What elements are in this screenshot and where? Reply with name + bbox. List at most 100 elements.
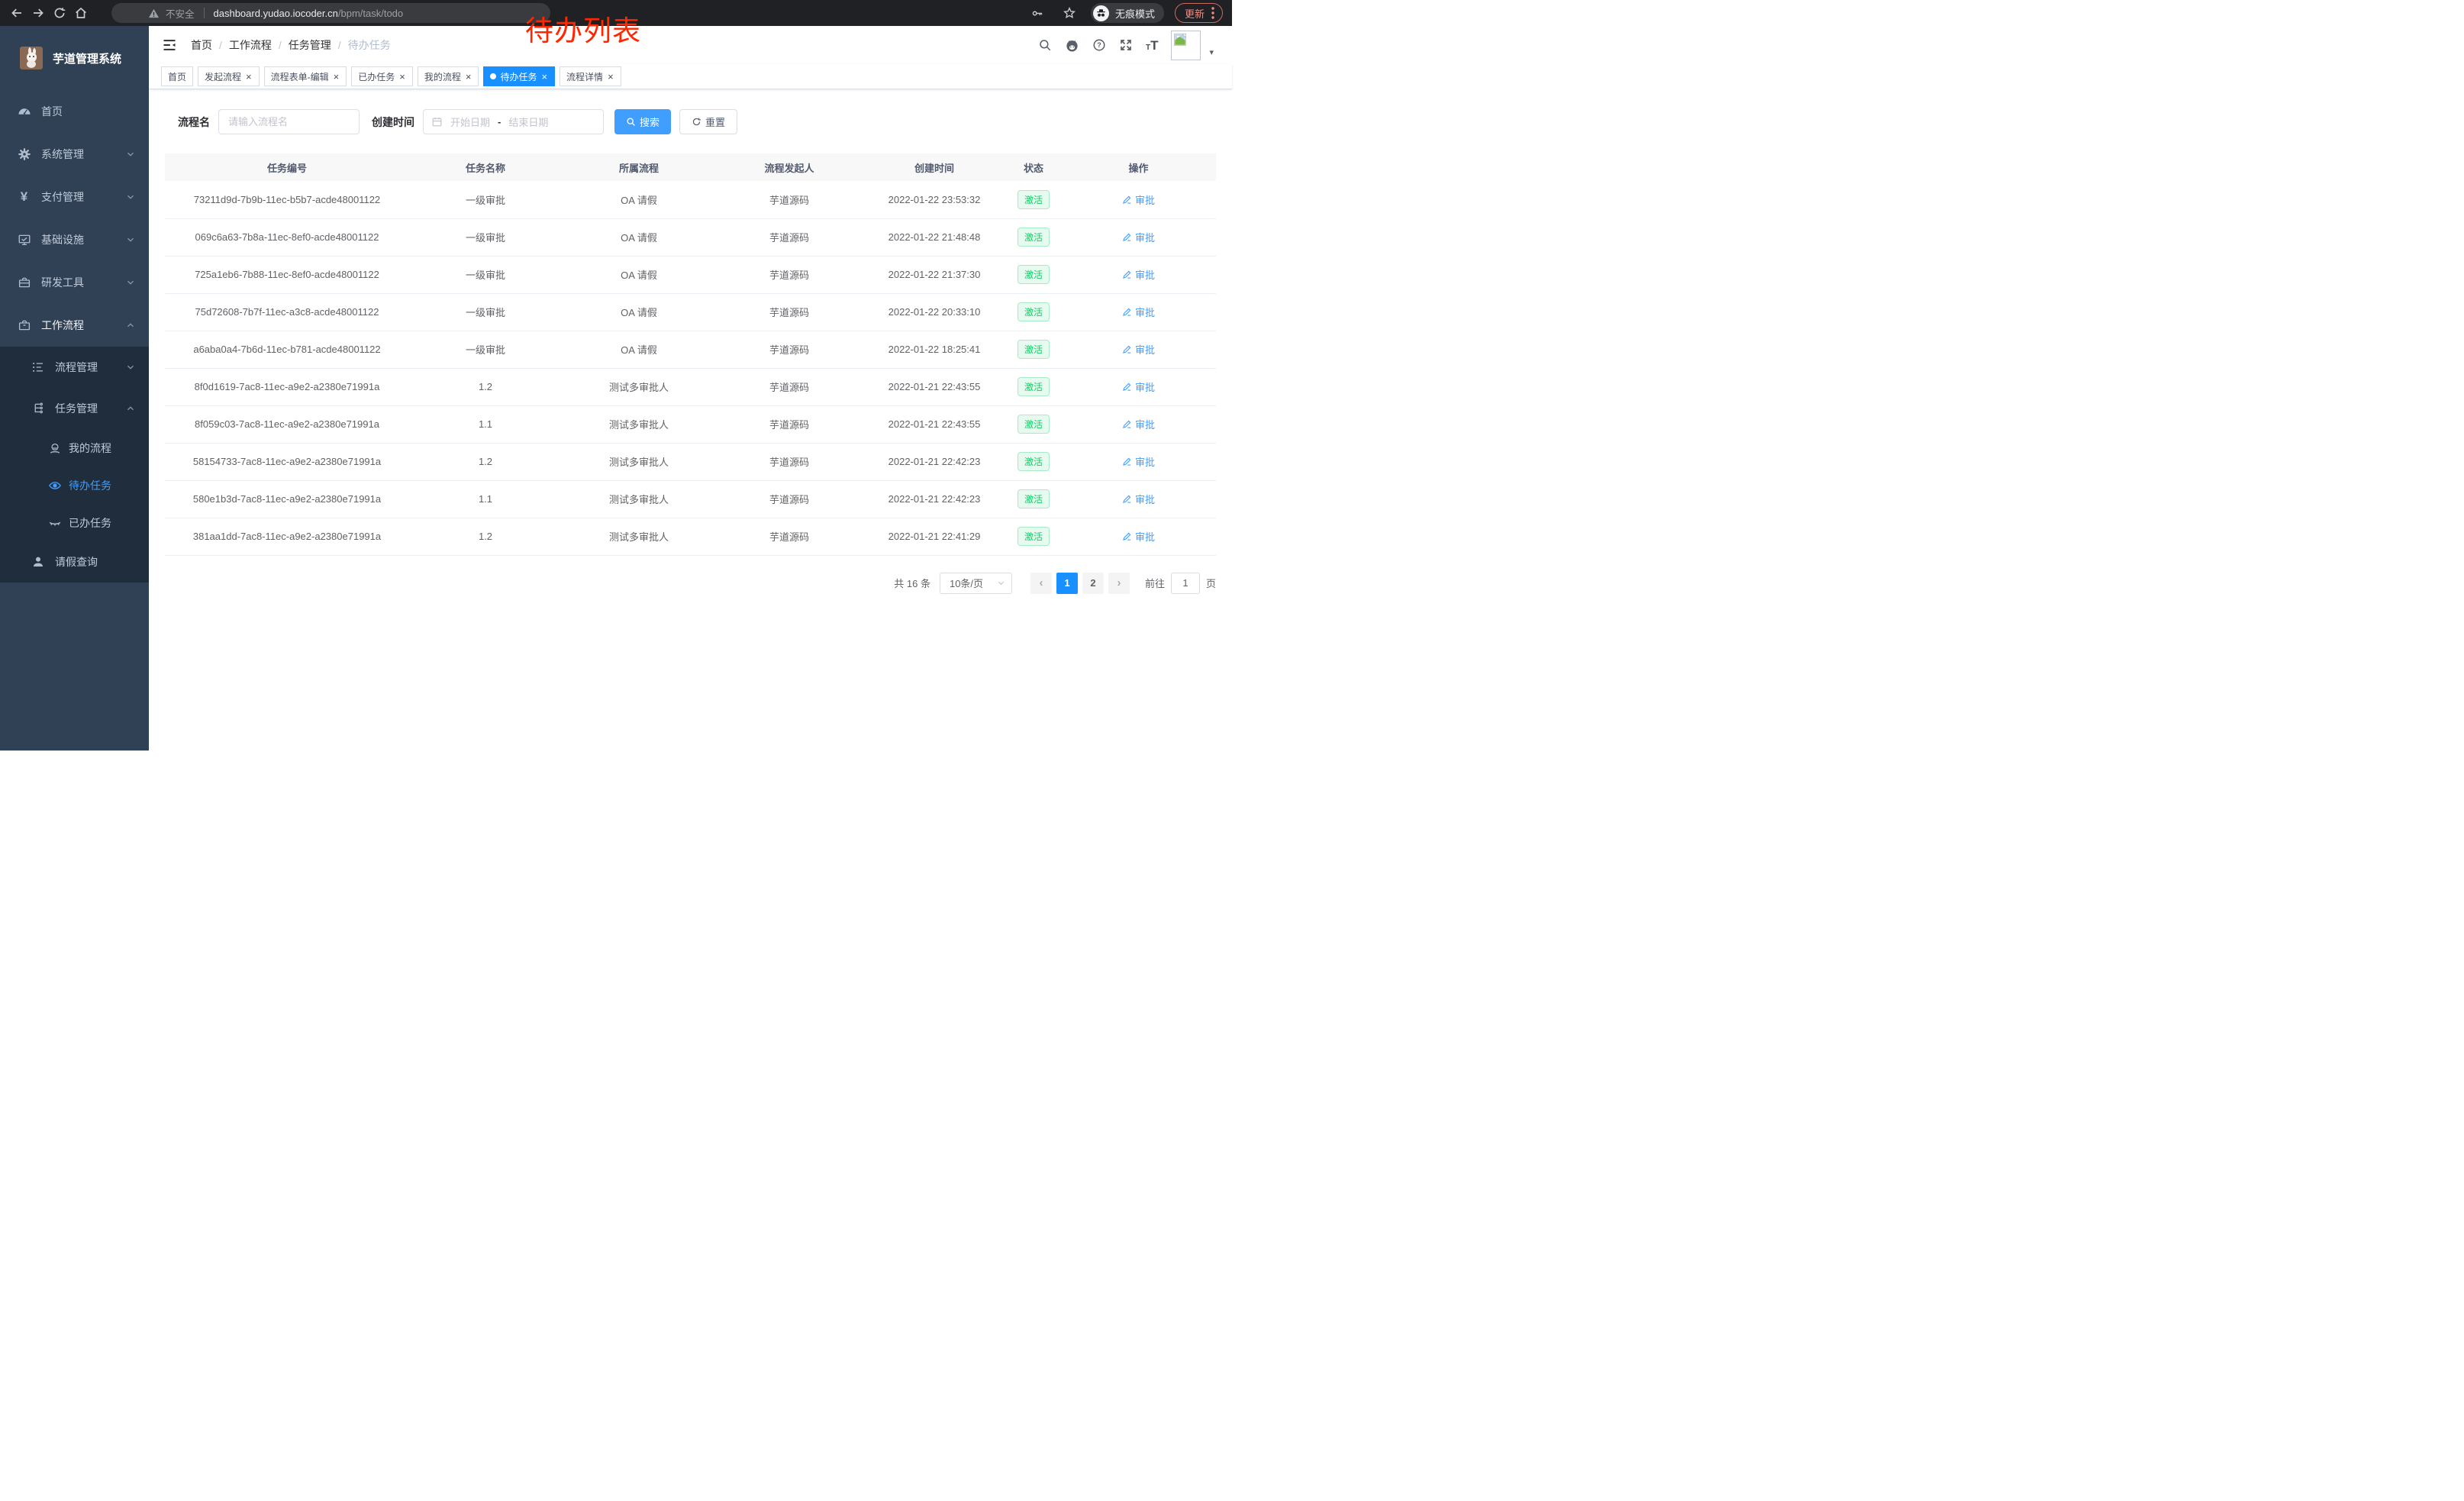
address-bar[interactable]: 不安全 dashboard.yudao.iocoder.cn/bpm/task/… (111, 3, 550, 23)
github-icon[interactable] (1065, 38, 1079, 53)
tab-chip[interactable]: 发起流程× (198, 66, 260, 86)
sidebar-item-infrastructure[interactable]: 基础设施 (0, 218, 149, 261)
tab-chip[interactable]: 我的流程× (418, 66, 479, 86)
status-badge: 激活 (1018, 377, 1050, 396)
breadcrumb-item[interactable]: 工作流程 (229, 37, 272, 53)
forward-icon[interactable] (27, 2, 49, 24)
tab-close-icon[interactable]: × (333, 72, 340, 82)
key-icon[interactable] (1027, 2, 1048, 24)
incognito-badge: 无痕模式 (1091, 3, 1164, 23)
sidebar-item-task-management[interactable]: 任务管理 (0, 388, 149, 429)
sidebar-item-label: 首页 (41, 104, 63, 119)
tab-chip[interactable]: 首页 (161, 66, 193, 86)
approve-button[interactable]: 审批 (1122, 529, 1155, 544)
next-page-button[interactable]: › (1108, 573, 1130, 594)
approve-button[interactable]: 审批 (1122, 305, 1155, 319)
date-range-picker[interactable]: 开始日期 - 结束日期 (423, 109, 604, 134)
sidebar-item-label: 工作流程 (41, 318, 84, 333)
tab-label: 待办任务 (500, 70, 537, 83)
edit-icon (1122, 419, 1132, 429)
breadcrumb: 首页/工作流程/任务管理/待办任务 (191, 37, 391, 53)
avatar-caret-icon[interactable]: ▾ (1209, 47, 1214, 60)
tab-close-icon[interactable]: × (465, 72, 472, 82)
approve-button[interactable]: 审批 (1122, 192, 1155, 207)
gear-icon (17, 147, 31, 161)
approve-button[interactable]: 审批 (1122, 267, 1155, 282)
sidebar-toggle-icon[interactable] (162, 37, 177, 53)
page-button-2[interactable]: 2 (1082, 573, 1104, 594)
approve-button[interactable]: 审批 (1122, 492, 1155, 506)
cell-task-name: 一级审批 (409, 331, 562, 368)
sidebar-item-payment[interactable]: ¥ 支付管理 (0, 176, 149, 218)
breadcrumb-item[interactable]: 待办任务 (348, 37, 391, 53)
cell-status: 激活 (1006, 181, 1061, 218)
goto-page-input[interactable] (1171, 573, 1200, 594)
tab-chip[interactable]: 流程表单-编辑 × (264, 66, 347, 86)
breadcrumb-item[interactable]: 任务管理 (289, 37, 331, 53)
tab-close-icon[interactable]: × (398, 72, 406, 82)
sidebar-item-leave-query[interactable]: 请假查询 (0, 541, 149, 583)
logo-row[interactable]: 芋道管理系统 (0, 26, 149, 90)
sidebar-item-label: 系统管理 (41, 147, 84, 162)
status-badge: 激活 (1018, 527, 1050, 546)
tab-chip[interactable]: 待办任务× (483, 66, 555, 86)
cell-actions: 审批 (1061, 293, 1216, 331)
approve-button[interactable]: 审批 (1122, 230, 1155, 244)
tab-close-icon[interactable]: × (540, 72, 548, 82)
approve-button[interactable]: 审批 (1122, 342, 1155, 357)
sidebar-item-process-management[interactable]: 流程管理 (0, 347, 149, 388)
sidebar-item-devtools[interactable]: 研发工具 (0, 261, 149, 304)
sidebar-item-todo-tasks[interactable]: 待办任务 (0, 466, 149, 504)
sidebar-item-system[interactable]: 系统管理 (0, 133, 149, 176)
help-icon[interactable]: ? (1092, 38, 1106, 52)
tab-label: 已办任务 (358, 70, 395, 83)
reset-button[interactable]: 重置 (679, 109, 737, 134)
search-button[interactable]: 搜索 (614, 109, 671, 134)
cell-task-id: a6aba0a4-7b6d-11ec-b781-acde48001122 (165, 331, 409, 368)
tab-chip[interactable]: 已办任务× (351, 66, 413, 86)
process-name-input[interactable] (218, 109, 360, 134)
breadcrumb-separator: / (338, 39, 341, 51)
tab-close-icon[interactable]: × (607, 72, 614, 82)
approve-button[interactable]: 审批 (1122, 379, 1155, 394)
approve-button[interactable]: 审批 (1122, 417, 1155, 431)
breadcrumb-separator: / (279, 39, 282, 51)
search-icon[interactable] (1038, 38, 1052, 52)
fullscreen-icon[interactable] (1119, 38, 1133, 52)
status-badge: 激活 (1018, 265, 1050, 284)
reload-icon[interactable] (49, 2, 70, 24)
status-badge: 激活 (1018, 452, 1050, 471)
sidebar-item-done-tasks[interactable]: 已办任务 (0, 504, 149, 541)
update-button[interactable]: 更新 (1175, 3, 1223, 23)
bookmark-star-icon[interactable] (1059, 2, 1080, 24)
task-table-body: 73211d9d-7b9b-11ec-b5b7-acde48001122一级审批… (165, 181, 1216, 555)
approve-button[interactable]: 审批 (1122, 454, 1155, 469)
home-icon[interactable] (70, 2, 92, 24)
cell-starter: 芋道源码 (716, 256, 863, 293)
cell-starter: 芋道源码 (716, 293, 863, 331)
sidebar-item-label: 任务管理 (55, 401, 98, 416)
page-button-1[interactable]: 1 (1056, 573, 1078, 594)
security-warning-icon[interactable] (148, 8, 160, 19)
cell-flow: 测试多审批人 (562, 480, 716, 518)
edit-icon (1122, 344, 1132, 354)
sidebar-item-workflow[interactable]: 工作流程 (0, 304, 149, 347)
browser-menu-dots-icon[interactable] (1211, 7, 1214, 19)
update-label: 更新 (1185, 6, 1205, 21)
tab-chip[interactable]: 流程详情× (560, 66, 621, 86)
goto-label: 前往 (1145, 576, 1165, 590)
cell-starter: 芋道源码 (716, 405, 863, 443)
font-size-icon[interactable]: TT (1146, 39, 1159, 52)
tab-close-icon[interactable]: × (245, 72, 253, 82)
status-badge: 激活 (1018, 190, 1050, 209)
page-size-select[interactable]: 10条/页 (940, 573, 1012, 594)
back-icon[interactable] (6, 2, 27, 24)
sidebar-item-my-process[interactable]: 我的流程 (0, 429, 149, 466)
sidebar-item-home[interactable]: 首页 (0, 90, 149, 133)
cell-task-id: 58154733-7ac8-11ec-a9e2-a2380e71991a (165, 443, 409, 480)
prev-page-button[interactable]: ‹ (1030, 573, 1052, 594)
tab-label: 流程表单-编辑 (271, 70, 329, 83)
logo-image (20, 47, 43, 69)
breadcrumb-item[interactable]: 首页 (191, 37, 212, 53)
avatar[interactable] (1171, 31, 1201, 60)
